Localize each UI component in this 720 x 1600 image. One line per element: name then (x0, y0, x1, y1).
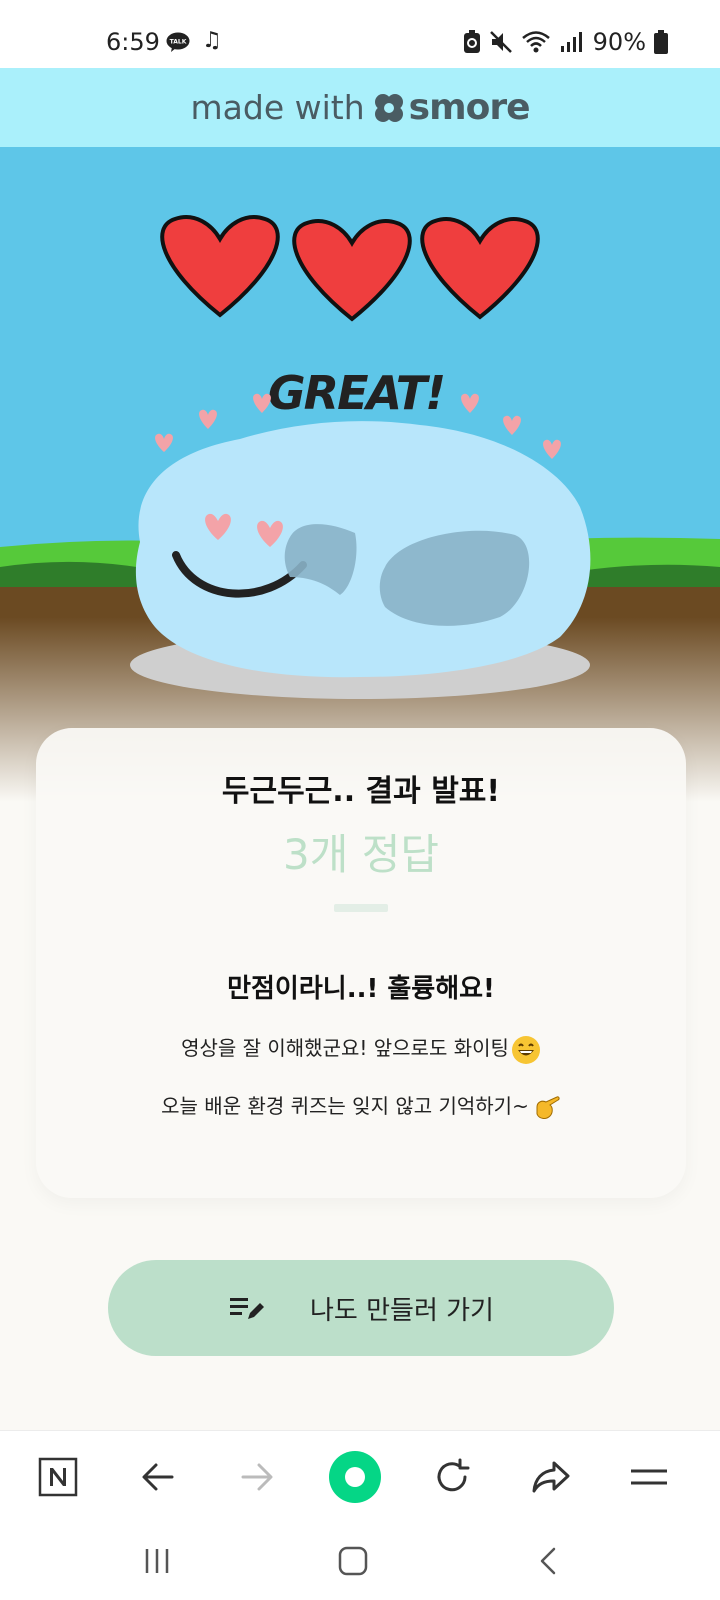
naver-green-dot-button[interactable] (327, 1449, 383, 1505)
talk-badge-text: TALK (170, 39, 187, 46)
refresh-button[interactable] (424, 1449, 480, 1505)
hero-illustration: GREAT! (0, 147, 720, 802)
battery-icon (654, 30, 668, 54)
system-back-button[interactable] (524, 1538, 574, 1584)
menu-button[interactable] (621, 1449, 677, 1505)
battery-saver-icon (463, 30, 480, 53)
hamburger-icon (631, 1469, 667, 1485)
great-text: GREAT! (268, 366, 444, 420)
make-my-own-label: 나도 만들러 가기 (310, 1295, 494, 1326)
naver-n-icon (38, 1457, 78, 1497)
status-icons: 90% (463, 28, 668, 56)
smore-logo: smore (373, 87, 530, 128)
home-square-icon (338, 1546, 368, 1576)
status-time: 6:59 (106, 28, 160, 56)
message-line-2: 오늘 배운 환경 퀴즈는 잊지 않고 기억하기~ (36, 1090, 686, 1123)
music-note-icon: ♫ (202, 28, 222, 53)
arrow-left-icon (142, 1463, 174, 1491)
naver-home-button[interactable] (30, 1449, 86, 1505)
signal-icon (560, 32, 582, 52)
pointing-hand-icon (536, 1095, 560, 1119)
make-my-own-button[interactable]: 나도 만들러 가기 (108, 1260, 614, 1356)
mute-icon (489, 31, 512, 53)
divider (334, 904, 388, 912)
share-icon (532, 1461, 570, 1493)
score-text: 3개 정답 (283, 830, 439, 879)
wifi-icon (521, 31, 550, 53)
arrow-right-icon (241, 1463, 273, 1491)
green-dot-icon (329, 1451, 381, 1503)
share-button[interactable] (523, 1449, 579, 1505)
smore-logo-icon (374, 93, 403, 122)
back-button[interactable] (130, 1449, 186, 1505)
smore-brand: smore (408, 87, 531, 128)
result-card: 두근두근.. 결과 발표! 3개 정답 만점이라니..! 훌륭해요! 영상을 잘… (36, 728, 686, 1198)
battery-percent: 90% (592, 28, 646, 56)
recent-apps-icon (145, 1549, 169, 1573)
home-button[interactable] (328, 1538, 378, 1584)
grinning-face-icon (511, 1035, 540, 1064)
status-bar: 6:59 TALK ♫ 90% (0, 0, 720, 68)
browser-toolbar (0, 1430, 720, 1521)
recent-apps-button[interactable] (132, 1538, 182, 1584)
edit-list-icon (230, 1298, 264, 1319)
kakaotalk-icon: TALK (166, 32, 190, 52)
system-navigation-bar (0, 1520, 720, 1600)
message-title: 만점이라니..! 훌륭해요! (227, 974, 495, 1004)
result-heading: 두근두근.. 결과 발표! (221, 774, 501, 809)
message-line-1: 영상을 잘 이해했군요! 앞으로도 화이팅 (36, 1032, 686, 1065)
message-line-2-text: 오늘 배운 환경 퀴즈는 잊지 않고 기억하기~ (161, 1094, 529, 1118)
forward-button[interactable] (229, 1449, 285, 1505)
chevron-left-icon (540, 1547, 556, 1575)
refresh-icon (437, 1458, 470, 1492)
made-with-smore-banner[interactable]: made with smore (0, 68, 720, 147)
message-line-1-text: 영상을 잘 이해했군요! 앞으로도 화이팅 (181, 1036, 509, 1060)
made-with-text: made with (190, 88, 365, 127)
